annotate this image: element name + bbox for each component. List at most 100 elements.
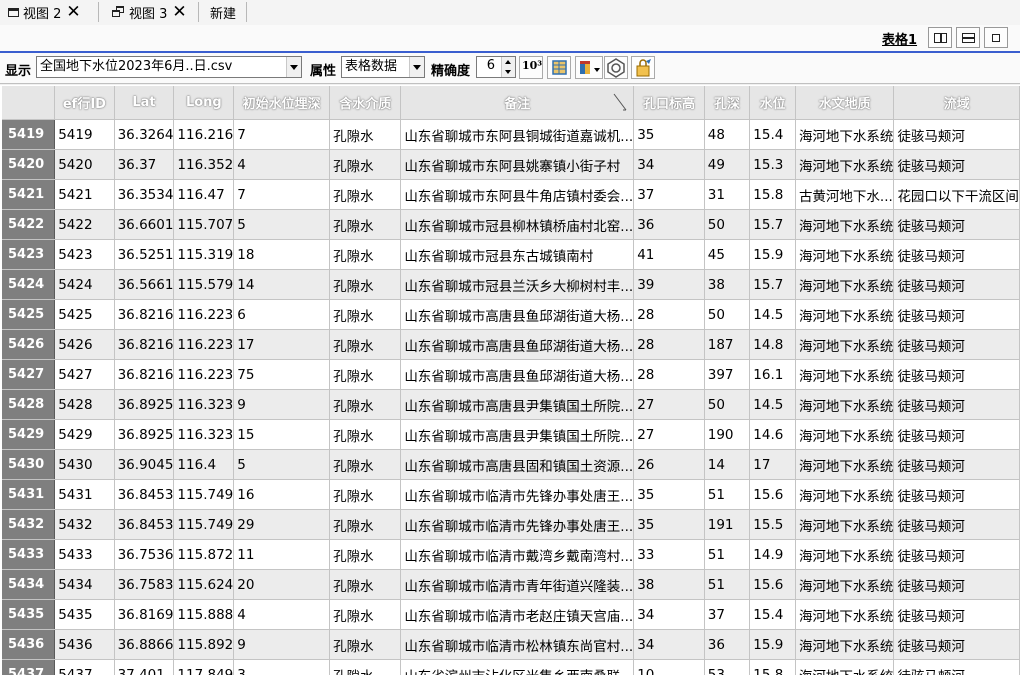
table-cell[interactable]: 36.7536 (114, 539, 175, 570)
table-cell[interactable]: 海河地下水系统 (795, 569, 895, 600)
table-cell[interactable]: 27 (633, 419, 705, 450)
table-row[interactable]: 5425 5425 36.8216 116.223 6 孔隙水 山东省聊城市高唐县鱼邱湖街道… (2, 299, 1020, 330)
table-cell[interactable]: 116.4 (173, 449, 235, 480)
table-cell[interactable]: 36.8453 (114, 509, 175, 540)
row-header[interactable]: 5428 (2, 389, 56, 420)
table-cell[interactable]: 5427 (54, 359, 115, 390)
column-header[interactable]: 流域 (893, 86, 1020, 120)
table-cell[interactable]: 14.5 (749, 299, 796, 330)
table-row[interactable]: 5432 5432 36.8453 115.749 29 孔隙水 山东省聊城市临清市先锋办事… (2, 509, 1020, 540)
table-row[interactable]: 5427 5427 36.8216 116.223 75 孔隙水 山东省聊城市高唐县鱼邱湖街… (2, 359, 1020, 390)
table-cell[interactable]: 孔隙水 (329, 329, 402, 360)
single-view-icon[interactable] (984, 27, 1008, 48)
precision-stepper[interactable]: 6 (476, 56, 516, 78)
row-header[interactable]: 5419 (2, 119, 56, 150)
table-cell[interactable]: 5429 (54, 419, 115, 450)
table-cell[interactable]: 5419 (54, 119, 115, 150)
table-cell[interactable]: 16 (233, 479, 331, 510)
table-cell[interactable]: 45 (704, 239, 751, 270)
table-cell[interactable]: 37.401 (114, 659, 175, 675)
table-cell[interactable]: 孔隙水 (329, 599, 402, 630)
table-cell[interactable]: 36.8169 (114, 599, 175, 630)
table-cell[interactable]: 4 (233, 149, 331, 180)
table-cell[interactable]: 34 (633, 149, 705, 180)
table-cell[interactable]: 山东省聊城市临清市先锋办事处唐王... (400, 479, 635, 510)
table-cell[interactable]: 36.8216 (114, 359, 175, 390)
table-cell[interactable]: 徒骇马颊河 (893, 569, 1020, 600)
table-row[interactable]: 5434 5434 36.7583 115.624 20 孔隙水 山东省聊城市临清市青年街道… (2, 569, 1020, 600)
table-cell[interactable]: 34 (633, 599, 705, 630)
column-header[interactable]: 孔口标高 (633, 86, 705, 120)
table-cell[interactable]: 115.892 (173, 629, 235, 660)
table-cell[interactable]: 36.3534 (114, 179, 175, 210)
row-header[interactable]: 5432 (2, 509, 56, 540)
row-header[interactable]: 5425 (2, 299, 56, 330)
table-cell[interactable]: 49 (704, 149, 751, 180)
row-header[interactable]: 5436 (2, 629, 56, 660)
table-cell[interactable]: 山东省聊城市高唐县鱼邱湖街道大杨... (400, 359, 635, 390)
row-header[interactable]: 5435 (2, 599, 56, 630)
column-header[interactable]: Long (173, 86, 235, 120)
table-cell[interactable]: 山东省聊城市东阿县铜城街道嘉诚机... (400, 119, 635, 150)
table-cell[interactable]: 徒骇马颊河 (893, 329, 1020, 360)
table-cell[interactable]: 徒骇马颊河 (893, 119, 1020, 150)
table-cell[interactable]: 116.216 (173, 119, 235, 150)
table-cell[interactable]: 孔隙水 (329, 569, 402, 600)
table-cell[interactable]: 徒骇马颊河 (893, 149, 1020, 180)
table-cell[interactable]: 山东省聊城市高唐县尹集镇国土所院... (400, 389, 635, 420)
table-cell[interactable]: 15.6 (749, 569, 796, 600)
table-cell[interactable]: 5422 (54, 209, 115, 240)
table-cell[interactable]: 14.6 (749, 419, 796, 450)
table-cell[interactable]: 孔隙水 (329, 269, 402, 300)
table-cell[interactable]: 115.749 (173, 509, 235, 540)
table-cell[interactable]: 5432 (54, 509, 115, 540)
table-cell[interactable]: 15.8 (749, 659, 796, 675)
table-cell[interactable]: 37 (633, 179, 705, 210)
table-cell[interactable]: 115.888 (173, 599, 235, 630)
table-cell[interactable]: 孔隙水 (329, 479, 402, 510)
table-cell[interactable]: 15.4 (749, 119, 796, 150)
row-header[interactable]: 5434 (2, 569, 56, 600)
table-cell[interactable]: 9 (233, 389, 331, 420)
table-cell[interactable]: 徒骇马颊河 (893, 239, 1020, 270)
table-cell[interactable]: 徒骇马颊河 (893, 629, 1020, 660)
table-cell[interactable]: 5420 (54, 149, 115, 180)
table-cell[interactable]: 海河地下水系统 (795, 269, 895, 300)
table-row[interactable]: 5426 5426 36.8216 116.223 17 孔隙水 山东省聊城市高唐县鱼邱湖街… (2, 329, 1020, 360)
table-cell[interactable]: 5435 (54, 599, 115, 630)
table-cell[interactable]: 山东省聊城市高唐县鱼邱湖街道大杨... (400, 329, 635, 360)
table-cell[interactable]: 115.749 (173, 479, 235, 510)
tab-view-2[interactable]: 视图 2 ✕ (8, 1, 81, 23)
table-cell[interactable]: 山东省聊城市高唐县固和镇国土资源... (400, 449, 635, 480)
table-row[interactable]: 5421 5421 36.3534 116.47 7 孔隙水 山东省聊城市东阿县牛角店镇村委… (2, 179, 1020, 210)
spin-down-icon[interactable] (501, 67, 515, 77)
column-header[interactable]: 含水介质 (329, 86, 402, 120)
table-cell[interactable]: 116.47 (173, 179, 235, 210)
table-cell[interactable]: 17 (233, 329, 331, 360)
sci-notation-button[interactable]: 10³ (519, 56, 543, 79)
table-cell[interactable]: 14.5 (749, 389, 796, 420)
table-cell[interactable]: 36.8216 (114, 329, 175, 360)
table-cell[interactable]: 徒骇马颊河 (893, 449, 1020, 480)
table-cell[interactable]: 190 (704, 419, 751, 450)
table-cell[interactable]: 7 (233, 179, 331, 210)
table-cell[interactable]: 48 (704, 119, 751, 150)
row-header[interactable]: 5423 (2, 239, 56, 270)
table-cell[interactable]: 5426 (54, 329, 115, 360)
table-cell[interactable]: 16.1 (749, 359, 796, 390)
table-cell[interactable]: 50 (704, 209, 751, 240)
table-cell[interactable]: 山东省聊城市高唐县尹集镇国土所院... (400, 419, 635, 450)
table-cell[interactable]: 53 (704, 659, 751, 675)
table-cell[interactable]: 孔隙水 (329, 449, 402, 480)
table-cell[interactable]: 海河地下水系统 (795, 299, 895, 330)
table-row[interactable]: 5420 5420 36.37 116.352 4 孔隙水 山东省聊城市东阿县姚寨镇小街子村… (2, 149, 1020, 180)
row-header[interactable]: 5429 (2, 419, 56, 450)
table-cell[interactable]: 海河地下水系统 (795, 659, 895, 675)
table-cell[interactable]: 115.579 (173, 269, 235, 300)
table-cell[interactable]: 海河地下水系统 (795, 629, 895, 660)
table-cell[interactable]: 36.8925 (114, 389, 175, 420)
table-cell[interactable]: 海河地下水系统 (795, 509, 895, 540)
table-cell[interactable]: 徒骇马颊河 (893, 359, 1020, 390)
table-cell[interactable]: 29 (233, 509, 331, 540)
table-cell[interactable]: 孔隙水 (329, 509, 402, 540)
